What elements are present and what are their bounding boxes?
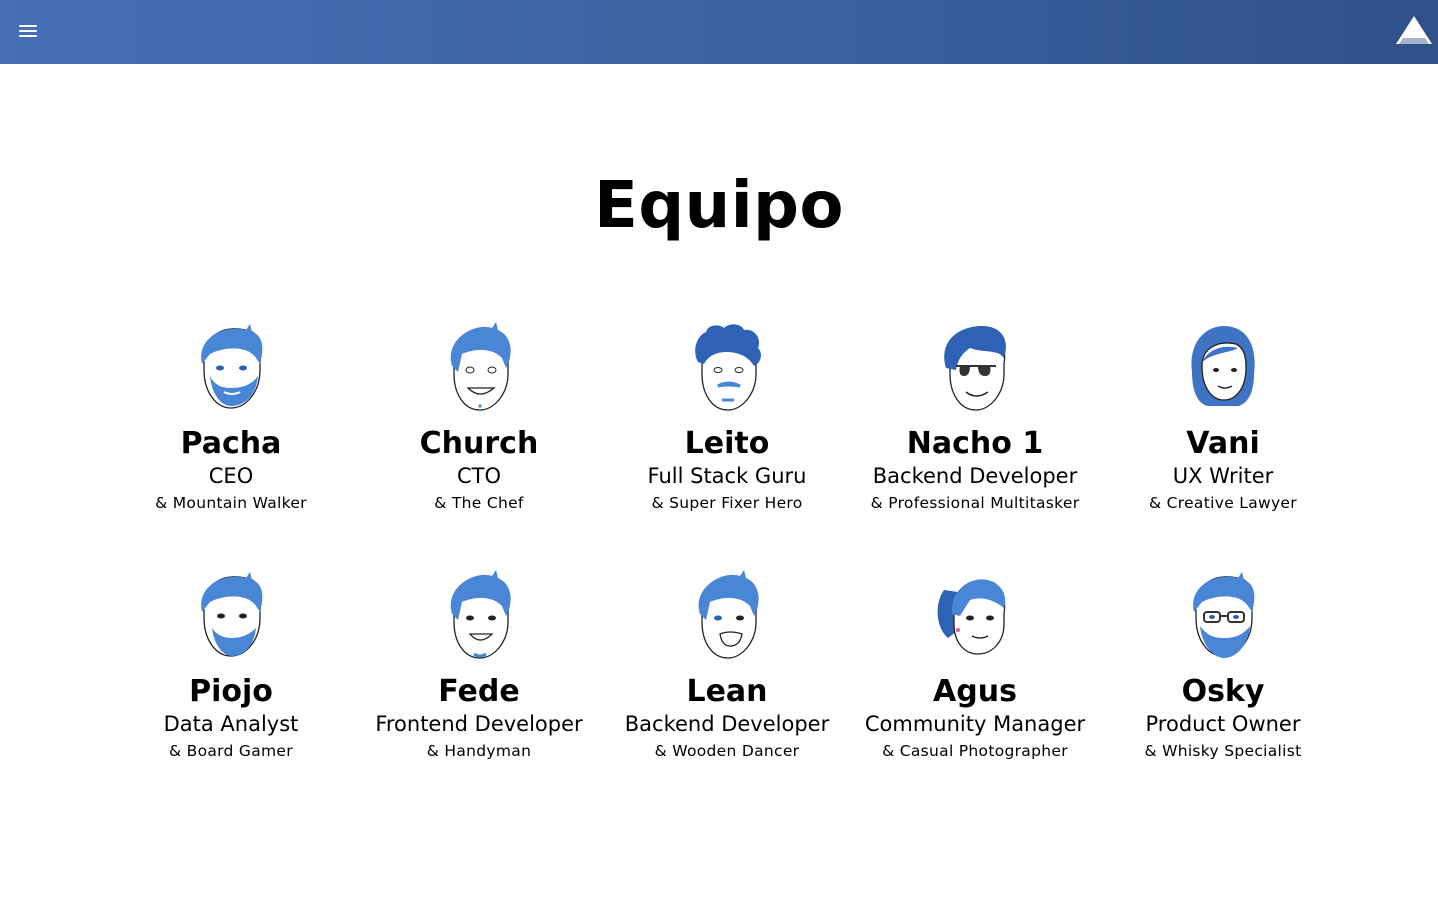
- member-name: Lean: [686, 674, 768, 709]
- team-member-card: Vani UX Writer & Creative Lawyer: [1099, 322, 1347, 514]
- team-member-card: Pacha CEO & Mountain Walker: [107, 322, 355, 514]
- page-title: Equipo: [594, 169, 844, 243]
- member-name: Agus: [933, 674, 1017, 709]
- member-name: Piojo: [189, 674, 273, 709]
- top-app-bar: [0, 0, 1438, 64]
- member-hobby: & Wooden Dancer: [654, 742, 800, 760]
- member-name: Vani: [1186, 426, 1260, 461]
- woman-avatar-icon: [1191, 326, 1255, 406]
- team-member-card: Nacho 1 Backend Developer & Professional…: [851, 322, 1099, 514]
- member-role: Frontend Developer: [375, 712, 583, 736]
- member-hobby: & Whisky Specialist: [1144, 742, 1302, 760]
- ponytail-woman-avatar-icon: [937, 579, 1006, 655]
- member-hobby: & Creative Lawyer: [1149, 494, 1297, 512]
- member-hobby: & Mountain Walker: [155, 494, 307, 512]
- curly-hair-mustache-man-avatar-icon: [695, 324, 761, 411]
- member-role: CEO: [208, 464, 254, 488]
- bearded-man-avatar-icon: [201, 572, 263, 657]
- member-role: Data Analyst: [163, 712, 299, 736]
- glasses-bearded-man-avatar-icon: [1193, 572, 1255, 658]
- sunglasses-man-avatar-icon: [944, 326, 1006, 411]
- smiling-spiky-hair-man-avatar-icon: [450, 322, 511, 411]
- member-hobby: & The Chef: [434, 494, 524, 512]
- member-hobby: & Professional Multitasker: [870, 494, 1080, 512]
- member-role: Backend Developer: [624, 712, 830, 736]
- member-role: Full Stack Guru: [647, 464, 807, 488]
- member-role: Community Manager: [864, 712, 1086, 736]
- team-member-card: Church CTO & The Chef: [355, 322, 603, 514]
- grinning-man-avatar-icon: [698, 570, 759, 659]
- team-member-card: Osky Product Owner & Whisky Specialist: [1099, 570, 1347, 762]
- member-name: Nacho 1: [906, 426, 1044, 461]
- member-role: UX Writer: [1172, 464, 1274, 488]
- team-member-card: Lean Backend Developer & Wooden Dancer: [603, 570, 851, 762]
- member-name: Fede: [438, 674, 520, 709]
- team-member-card: Leito Full Stack Guru & Super Fixer Hero: [603, 322, 851, 514]
- member-hobby: & Board Gamer: [169, 742, 293, 760]
- team-member-card: Fede Frontend Developer & Handyman: [355, 570, 603, 762]
- member-role: CTO: [456, 464, 502, 488]
- member-hobby: & Casual Photographer: [882, 742, 1068, 760]
- smiling-man-avatar-icon: [450, 570, 511, 659]
- team-member-card: Piojo Data Analyst & Board Gamer: [107, 570, 355, 762]
- triangle-mountain-logo-icon[interactable]: [1394, 14, 1434, 46]
- hamburger-menu-icon[interactable]: [14, 16, 42, 44]
- member-name: Church: [419, 426, 539, 461]
- bearded-man-avatar-icon: [201, 324, 263, 409]
- member-role: Backend Developer: [872, 464, 1078, 488]
- member-hobby: & Handyman: [426, 742, 532, 760]
- member-name: Pacha: [180, 426, 282, 461]
- member-role: Product Owner: [1145, 712, 1301, 736]
- member-name: Osky: [1181, 674, 1265, 709]
- member-hobby: & Super Fixer Hero: [651, 494, 803, 512]
- member-name: Leito: [684, 426, 770, 461]
- team-member-card: Agus Community Manager & Casual Photogra…: [851, 570, 1099, 762]
